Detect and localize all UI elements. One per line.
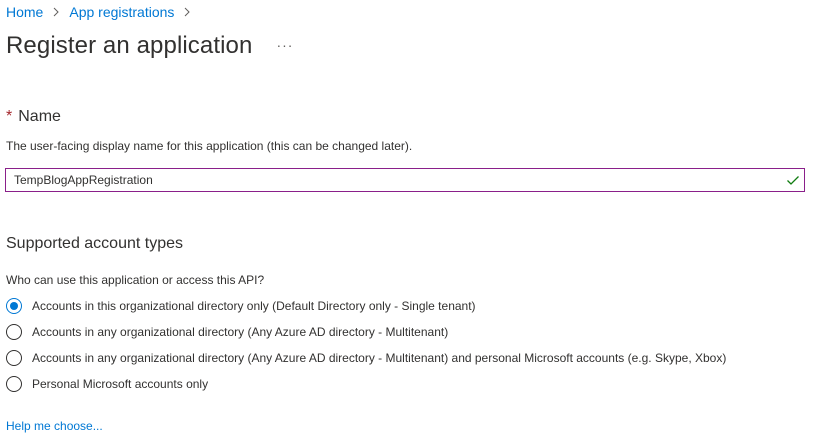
radio-label: Accounts in any organizational directory… (32, 325, 449, 339)
account-types-heading: Supported account types (6, 235, 184, 252)
radio-label: Personal Microsoft accounts only (32, 377, 209, 391)
name-field-container (5, 168, 805, 192)
name-input[interactable] (6, 169, 792, 191)
breadcrumb: Home App registrations (6, 3, 200, 21)
account-types-question: Who can use this application or access t… (6, 273, 265, 287)
more-options-button[interactable]: ··· (276, 36, 293, 54)
help-me-choose-link[interactable]: Help me choose... (6, 418, 103, 434)
chevron-right-icon (54, 7, 60, 17)
radio-option-multitenant[interactable]: Accounts in any organizational directory… (6, 324, 448, 340)
breadcrumb-app-registrations[interactable]: App registrations (69, 3, 174, 21)
radio-button[interactable] (6, 350, 22, 366)
chevron-right-icon (185, 7, 191, 17)
name-heading-label: Name (18, 108, 61, 125)
radio-label: Accounts in any organizational directory… (32, 351, 727, 365)
radio-label: Accounts in this organizational director… (32, 299, 476, 313)
radio-button[interactable] (6, 376, 22, 392)
breadcrumb-home[interactable]: Home (6, 3, 43, 21)
radio-button[interactable] (6, 324, 22, 340)
register-app-page: Home App registrations Register an appli… (0, 0, 818, 437)
checkmark-icon (787, 176, 799, 185)
page-title: Register an application (6, 32, 253, 59)
radio-option-personal[interactable]: Personal Microsoft accounts only (6, 376, 208, 392)
required-indicator: * (6, 108, 13, 125)
radio-option-multitenant-personal[interactable]: Accounts in any organizational directory… (6, 350, 726, 366)
name-description: The user-facing display name for this ap… (6, 139, 413, 153)
radio-option-single-tenant[interactable]: Accounts in this organizational director… (6, 298, 476, 314)
radio-button[interactable] (6, 298, 22, 314)
name-heading: * Name (6, 107, 61, 127)
title-row: Register an application ··· (6, 30, 293, 62)
